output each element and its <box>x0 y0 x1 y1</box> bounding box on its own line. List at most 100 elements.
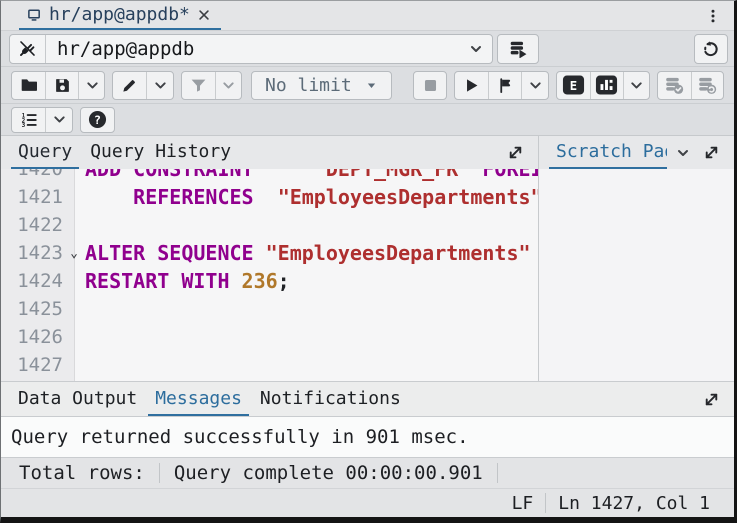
editor-line: 1426 <box>1 323 538 351</box>
eol-indicator[interactable]: LF <box>500 493 546 514</box>
tab-query[interactable]: Query <box>11 136 79 169</box>
main-split: Query Query History 1420 ADD CONSTRAINT "… <box>1 136 734 381</box>
secondary-toolbar: 123? <box>1 104 734 136</box>
pencil-icon <box>121 77 138 94</box>
stop-button[interactable] <box>414 72 447 99</box>
row-limit-select[interactable]: No limit <box>251 71 392 100</box>
explain-button[interactable]: E <box>557 72 590 99</box>
main-toolbar: No limit E <box>1 67 734 104</box>
line-number: 1420 <box>1 169 63 180</box>
reset-layout-button[interactable] <box>694 34 728 64</box>
expand-icon[interactable] <box>503 136 528 169</box>
filter-button[interactable] <box>182 72 215 99</box>
code-text: ADD CONSTRAINT "DEPT_MGR_FK" FOREIGN <box>85 169 538 181</box>
chevron-down-icon <box>85 78 100 93</box>
query-complete-status: Query complete 00:00:00.901 <box>160 462 497 484</box>
row-limit-value: No limit <box>265 75 352 96</box>
explain-analyze-icon <box>595 75 618 95</box>
folder-icon <box>20 76 38 94</box>
chevron-down-icon <box>52 112 67 127</box>
macros-group: 123 <box>11 107 73 133</box>
svg-text:3: 3 <box>21 122 25 129</box>
editor-line: 1422 <box>1 211 538 239</box>
explain-group: E <box>556 71 650 100</box>
stop-group <box>413 71 448 100</box>
code-text: REFERENCES "EmployeesDepartments" ("Dept… <box>85 185 538 209</box>
editor-line: 1421 REFERENCES "EmployeesDepartments" (… <box>1 183 538 211</box>
line-number: 1424 <box>1 270 63 292</box>
save-file-button[interactable] <box>45 72 78 99</box>
tab-notifications[interactable]: Notifications <box>253 382 408 416</box>
editor-line: 1427 <box>1 351 538 379</box>
explain-analyze-button[interactable] <box>590 72 623 99</box>
edit-options-button[interactable] <box>146 72 173 99</box>
tab-query-history[interactable]: Query History <box>83 136 238 169</box>
connection-bar: hr/app@appdb <box>1 31 734 67</box>
funnel-icon <box>190 77 207 94</box>
line-number: 1422 <box>1 214 63 236</box>
document-tab-title: hr/app@appdb* <box>49 4 190 25</box>
play-icon <box>463 77 480 94</box>
chevron-down-icon <box>221 78 236 93</box>
cursor-position: Ln 1427, Col 1 <box>546 493 722 514</box>
query-panel-tabs: Query Query History <box>1 136 538 169</box>
edit-group <box>112 71 173 100</box>
query-tool-tab-icon <box>27 7 42 22</box>
connection-value: hr/app@appdb <box>46 38 460 60</box>
line-number: 1426 <box>1 326 63 348</box>
scratch-pad-tabs: Scratch Pad <box>539 136 734 169</box>
explain-e-icon: E <box>562 75 585 95</box>
expand-icon[interactable] <box>699 382 724 416</box>
query-tool-document-tab[interactable]: hr/app@appdb* <box>19 1 221 30</box>
kebab-menu-icon[interactable] <box>692 1 734 30</box>
execute-script-button[interactable] <box>488 72 521 99</box>
help-button[interactable]: ? <box>81 108 114 132</box>
open-file-button[interactable] <box>12 72 45 99</box>
macros-options-button[interactable] <box>45 108 72 132</box>
new-connection-button[interactable] <box>497 34 539 64</box>
save-options-button[interactable] <box>78 72 105 99</box>
db-rollback-icon <box>698 76 717 95</box>
commit-button[interactable] <box>658 72 691 99</box>
database-icon <box>509 40 527 58</box>
editor-line: 1423⌄ALTER SEQUENCE "EmployeesDepartment… <box>1 239 538 267</box>
document-tab-bar: hr/app@appdb* <box>1 1 734 31</box>
filter-options-button[interactable] <box>215 72 242 99</box>
code-text: RESTART WITH 236; <box>85 269 290 293</box>
expand-icon[interactable] <box>699 136 724 169</box>
tab-data-output[interactable]: Data Output <box>11 382 144 416</box>
tab-messages[interactable]: Messages <box>148 382 249 416</box>
ordered-list-icon: 123 <box>20 111 38 129</box>
chevron-down-icon <box>629 78 644 93</box>
query-panel: Query Query History 1420 ADD CONSTRAINT "… <box>1 136 538 381</box>
editor-line: 1425 <box>1 295 538 323</box>
explain-options-button[interactable] <box>623 72 650 99</box>
sql-editor[interactable]: 1420 ADD CONSTRAINT "DEPT_MGR_FK" FOREIGN… <box>1 169 538 381</box>
total-rows-label: Total rows: <box>1 462 159 484</box>
line-number: 1425 <box>1 298 63 320</box>
status-bar-row1: Total rows: Query complete 00:00:00.901 <box>1 457 734 488</box>
fold-marker-icon[interactable]: ⌄ <box>63 247 85 260</box>
chevron-down-icon[interactable] <box>671 136 695 169</box>
output-panel-tabs: Data Output Messages Notifications <box>1 381 734 417</box>
connection-status-icon <box>10 35 46 63</box>
connection-select[interactable]: hr/app@appdb <box>9 34 493 64</box>
macros-button[interactable]: 123 <box>12 108 45 132</box>
execute-options-button[interactable] <box>521 72 548 99</box>
execute-button[interactable] <box>455 72 488 99</box>
rollback-button[interactable] <box>691 72 724 99</box>
help-icon: ? <box>88 110 107 129</box>
messages-output: Query returned successfully in 901 msec. <box>1 417 734 457</box>
scratch-pad-editor[interactable] <box>539 169 734 381</box>
flag-icon <box>497 77 514 94</box>
rotate-reset-icon <box>702 40 720 58</box>
filter-group <box>181 71 242 100</box>
chevron-down-icon <box>153 78 168 93</box>
edit-button[interactable] <box>113 72 146 99</box>
tab-scratch-pad[interactable]: Scratch Pad <box>549 136 667 169</box>
file-group <box>11 71 105 100</box>
save-icon <box>54 77 71 94</box>
chevron-down-icon <box>460 41 492 57</box>
close-icon[interactable] <box>197 8 211 22</box>
editor-line: 1424 RESTART WITH 236; <box>1 267 538 295</box>
